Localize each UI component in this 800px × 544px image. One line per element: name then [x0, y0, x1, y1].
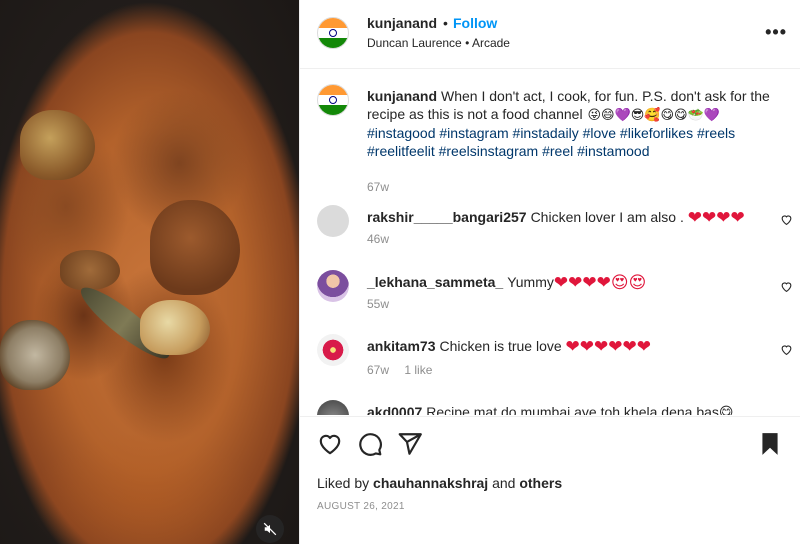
liked-by-others[interactable]: others: [519, 475, 562, 491]
comment-emojis: ❤❤❤❤❤❤: [565, 337, 652, 356]
more-options-icon[interactable]: •••: [765, 22, 787, 43]
timestamp: 55w: [367, 297, 390, 311]
like-comment-heart-icon[interactable]: [780, 213, 793, 226]
timestamp: 67w: [367, 180, 390, 194]
post-side-panel: kunjanand • Follow Duncan Laurence • Arc…: [299, 0, 800, 544]
comment-username[interactable]: akd0007: [367, 404, 422, 415]
comment-meta: 46w: [367, 232, 401, 246]
comment-icon[interactable]: [357, 431, 383, 457]
timestamp: 46w: [367, 232, 390, 246]
comments-list[interactable]: kunjanand When I don't act, I cook, for f…: [300, 70, 800, 415]
comment-body: Yummy: [507, 274, 554, 290]
audio-track-link[interactable]: Duncan Laurence • Arcade: [367, 36, 510, 50]
comment-emojis: ❤❤❤❤😍😍: [553, 273, 647, 292]
comment-username[interactable]: ankitam73: [367, 338, 435, 354]
mute-button[interactable]: [256, 515, 284, 543]
hashtags-line-2[interactable]: #reelitfeelit #reelsinstagram #reel #ins…: [367, 143, 649, 159]
avatar[interactable]: [317, 17, 349, 49]
comment-emojis: ❤❤❤❤: [687, 208, 745, 227]
caption-username[interactable]: kunjanand: [367, 88, 437, 104]
food-chunk: [150, 200, 240, 295]
avatar[interactable]: [317, 84, 349, 116]
comment-body: Chicken lover I am also .: [530, 209, 684, 225]
timestamp: 67w: [367, 363, 390, 377]
like-comment-heart-icon[interactable]: [780, 343, 793, 356]
food-chunk: [20, 110, 95, 180]
post-header: kunjanand • Follow Duncan Laurence • Arc…: [300, 0, 800, 69]
like-comment-heart-icon[interactable]: [780, 280, 793, 293]
comment-text: akd0007 Recipe mat do mumbai aye toh khel…: [367, 403, 777, 415]
comment-text: ankitam73 Chicken is true love ❤❤❤❤❤❤: [367, 337, 777, 356]
liked-by: Liked by chauhannakshraj and others: [317, 475, 562, 491]
follow-button[interactable]: Follow: [453, 15, 497, 31]
avatar[interactable]: [317, 270, 349, 302]
caption-text: kunjanand When I don't act, I cook, for f…: [367, 87, 777, 160]
comment-text: _lekhana_sammeta_ Yummy❤❤❤❤😍😍: [367, 273, 777, 292]
comment-username[interactable]: rakshir_____bangari257: [367, 209, 527, 225]
comment-body: Chicken is true love: [439, 338, 562, 354]
separator-dot: •: [443, 15, 448, 31]
food-chunk: [60, 250, 120, 290]
avatar[interactable]: [317, 205, 349, 237]
comment-text: rakshir_____bangari257 Chicken lover I am…: [367, 208, 777, 227]
share-icon[interactable]: [397, 431, 423, 457]
comment-item: akd0007 Recipe mat do mumbai aye toh khel…: [300, 400, 800, 415]
food-chunk: [140, 300, 210, 355]
comment-item: ankitam73 Chicken is true love ❤❤❤❤❤❤ 67w…: [300, 334, 800, 384]
post-actions: Liked by chauhannakshraj and others AUGU…: [300, 416, 800, 544]
liked-by-prefix: Liked by: [317, 475, 370, 491]
comment-meta: 67w 1 like: [367, 363, 444, 377]
comment-username[interactable]: _lekhana_sammeta_: [367, 274, 503, 290]
heart-icon[interactable]: [317, 431, 343, 457]
caption: kunjanand When I don't act, I cook, for f…: [300, 84, 800, 194]
comment-body: Recipe mat do mumbai aye toh khela dena …: [426, 404, 734, 415]
liked-by-and: and: [492, 475, 516, 491]
caption-emojis: 😜😄💜😎🥰😋😋🥗💜: [587, 107, 720, 122]
comment-likes[interactable]: 1 like: [404, 363, 432, 377]
author-username[interactable]: kunjanand: [367, 15, 437, 31]
comment-meta: 55w: [367, 297, 401, 311]
hashtags-line-1[interactable]: #instagood #instagram #instadaily #love …: [367, 125, 735, 141]
bookmark-icon[interactable]: [757, 431, 783, 457]
liked-by-user[interactable]: chauhannakshraj: [373, 475, 488, 491]
speaker-muted-icon: [263, 522, 277, 536]
caption-time: 67w: [367, 180, 401, 194]
food-chunk: [0, 320, 70, 390]
avatar[interactable]: [317, 334, 349, 366]
avatar[interactable]: [317, 400, 349, 415]
comment-item: rakshir_____bangari257 Chicken lover I am…: [300, 205, 800, 255]
post-date[interactable]: AUGUST 26, 2021: [317, 501, 405, 512]
comment-item: _lekhana_sammeta_ Yummy❤❤❤❤😍😍 55w: [300, 270, 800, 320]
post-video[interactable]: [0, 0, 299, 544]
